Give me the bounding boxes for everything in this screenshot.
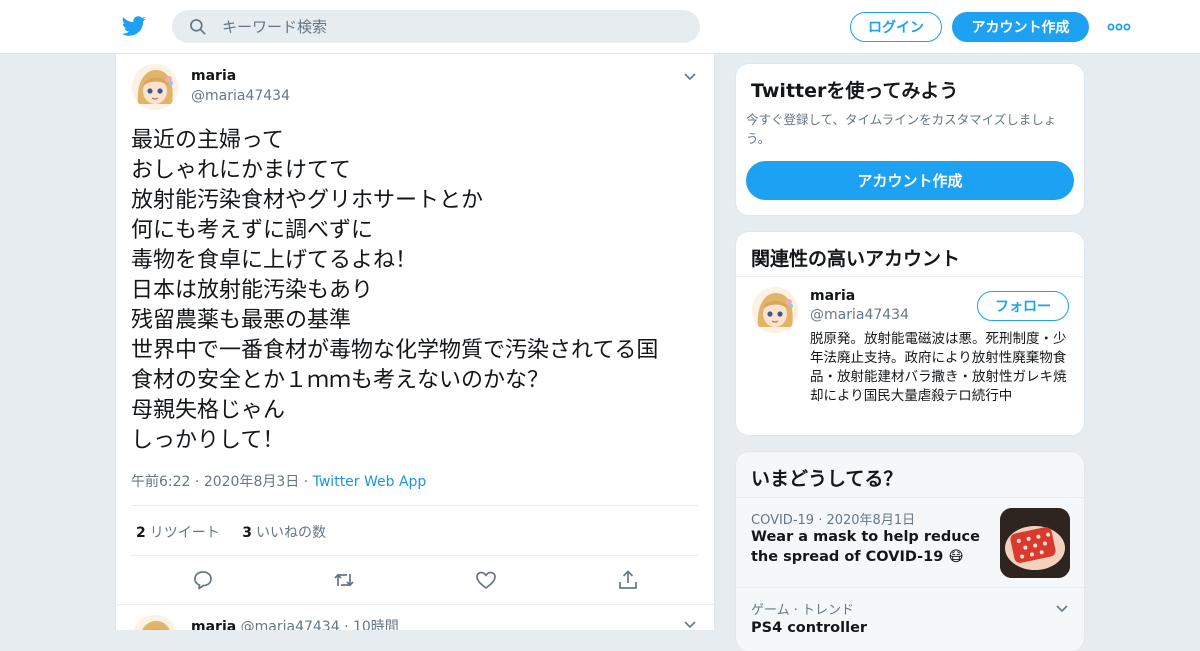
trends-card: いまどうしてる？ COVID-19 · 2020年8月1日 Wear a mas…: [735, 451, 1085, 651]
avatar[interactable]: [132, 615, 178, 630]
tweet-source-link[interactable]: Twitter Web App: [313, 474, 427, 490]
share-icon[interactable]: [616, 568, 640, 592]
divider: [736, 276, 1084, 277]
tweet-date[interactable]: 2020年8月3日: [204, 474, 299, 490]
trend-item-title[interactable]: PS4 controller: [751, 618, 867, 638]
tweet-relative-time[interactable]: 10時間: [353, 619, 399, 630]
divider: [736, 497, 1084, 498]
retweet-label: リツイート: [149, 525, 220, 541]
retweet-count: 2: [136, 525, 146, 541]
related-account-handle[interactable]: @maria47434: [810, 307, 909, 323]
related-account-bio: 脱原発。放射能電磁波は悪。死刑制度・少年法廃止支持。政府により放射性廃棄物食品・…: [810, 331, 1067, 404]
divider: [736, 587, 1084, 588]
avatar-illustration: [752, 287, 798, 333]
tweet-text: 最近の主婦って おしゃれにかまけてて 放射能汚染食材やグリホサートとか 何にも考…: [131, 126, 701, 456]
signup-card: Twitterを使ってみよう 今すぐ登録して、タイムラインをカスタマイズしましょ…: [735, 63, 1085, 216]
create-account-button[interactable]: アカウント作成: [746, 161, 1074, 200]
chevron-down-icon[interactable]: [682, 68, 698, 84]
tweet-line: 日本は放射能汚染もあり: [131, 278, 374, 303]
tweet-stats: 2 リツイート 3 いいねの数: [136, 522, 326, 542]
tweet-line: 放射能汚染食材やグリホサートとか: [131, 188, 484, 213]
author-name[interactable]: maria: [191, 68, 236, 84]
separator-dot: ·: [303, 474, 313, 490]
like-label: いいねの数: [255, 525, 326, 541]
like-heart-icon[interactable]: [474, 568, 498, 592]
related-account-name[interactable]: maria: [810, 288, 855, 304]
related-accounts-title: 関連性の高いアカウント: [751, 248, 961, 270]
tweet-line: 最近の主婦って: [131, 128, 284, 153]
top-navigation-bar: ログイン アカウント作成: [0, 0, 1200, 54]
next-tweet-preview[interactable]: maria @maria47434 · 10時間: [116, 604, 714, 630]
search-box[interactable]: [172, 10, 700, 43]
search-input[interactable]: [222, 10, 682, 43]
search-icon: [190, 19, 206, 35]
like-stat[interactable]: 3 いいねの数: [242, 525, 326, 541]
retweet-icon[interactable]: [332, 568, 356, 592]
follow-button[interactable]: フォロー: [977, 291, 1069, 321]
divider: [131, 505, 699, 506]
next-tweet-header: maria @maria47434 · 10時間: [191, 616, 399, 630]
retweet-stat[interactable]: 2 リツイート: [136, 525, 220, 541]
tweet-column: maria @maria47434 最近の主婦って おしゃれにかまけてて 放射能…: [115, 54, 715, 630]
reply-icon[interactable]: [191, 568, 215, 592]
chevron-down-icon[interactable]: [682, 616, 698, 630]
tweet-metadata: 午前6:22 · 2020年8月3日 · Twitter Web App: [131, 471, 426, 491]
trend-meta: ゲーム · トレンド: [751, 603, 855, 618]
tweet-line: 世界中で一番食材が毒物な化学物質で汚染されてる国: [131, 338, 659, 363]
separator-dot: ·: [194, 474, 204, 490]
chevron-down-icon[interactable]: [1054, 600, 1070, 616]
tweet-line: 母親失格じゃん: [131, 398, 286, 423]
author-handle[interactable]: @maria47434: [191, 88, 290, 104]
tweet-line: 食材の安全とか１ｍｍも考えないのかな？: [131, 368, 550, 393]
tweet-line: おしゃれにかまけてて: [131, 158, 352, 183]
trends-title: いまどうしてる？: [751, 468, 903, 490]
trend-thumbnail-image[interactable]: [1000, 508, 1070, 578]
like-count: 3: [242, 525, 252, 541]
trend-item-title[interactable]: Wear a mask to help reduce the spread of…: [751, 527, 991, 567]
tweet-line: 毒物を食卓に上げてるよね！: [131, 248, 418, 273]
signup-card-description: 今すぐ登録して、タイムラインをカスタマイズしましょう。: [746, 112, 1057, 146]
tweet-line: 残留農薬も最悪の基準: [131, 308, 352, 333]
login-button[interactable]: ログイン: [850, 12, 942, 42]
signup-button[interactable]: アカウント作成: [952, 12, 1089, 42]
related-accounts-card: 関連性の高いアカウント maria @maria47434 フォロー 脱原発。放…: [735, 231, 1085, 436]
avatar[interactable]: [132, 64, 178, 110]
avatar-illustration: [132, 615, 178, 630]
avatar[interactable]: [752, 287, 798, 333]
tweet-time[interactable]: 午前6:22: [131, 474, 190, 490]
author-name[interactable]: maria: [191, 619, 236, 630]
twitter-bird-icon[interactable]: [121, 14, 147, 38]
trend-category: COVID-19: [751, 513, 815, 528]
tweet-line: しっかりして！: [131, 428, 285, 453]
separator-dot: ·: [344, 619, 349, 630]
divider: [131, 555, 699, 556]
trend-date: 2020年8月1日: [826, 513, 916, 528]
author-handle[interactable]: @maria47434: [241, 619, 340, 630]
tweet-actions: [116, 568, 714, 594]
avatar-illustration: [132, 64, 178, 110]
signup-card-title: Twitterを使ってみよう: [751, 80, 959, 102]
trend-meta: COVID-19 · 2020年8月1日: [751, 509, 915, 528]
more-options-icon[interactable]: [1106, 18, 1132, 36]
mask-photo: [1000, 508, 1070, 578]
tweet-line: 何にも考えずに調べずに: [131, 218, 374, 243]
